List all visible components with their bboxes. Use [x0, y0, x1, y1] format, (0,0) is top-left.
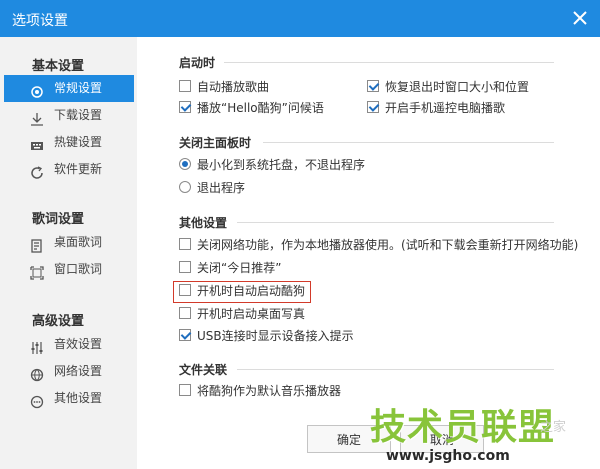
sidebar-item-label: 音效设置 — [54, 337, 103, 351]
divider — [263, 142, 554, 143]
sidebar-item-label: 网络设置 — [54, 364, 103, 378]
refresh-icon — [30, 163, 44, 179]
watermark-logo: 技术员联盟 — [370, 407, 556, 448]
divider — [237, 369, 554, 370]
window-icon — [30, 263, 44, 280]
checkbox[interactable] — [367, 101, 379, 113]
sidebar-item-other[interactable]: 其他设置 — [4, 385, 134, 412]
checkbox[interactable] — [179, 238, 191, 250]
checkbox[interactable] — [179, 261, 191, 273]
keyboard-icon — [30, 136, 44, 150]
group-title-close-panel: 关闭主面板时 — [179, 136, 252, 150]
more-icon — [30, 392, 44, 409]
lyrics-icon — [30, 236, 44, 253]
sidebar-item-general[interactable]: 常规设置 — [4, 75, 134, 102]
watermark-url: www.jsgho.com — [386, 448, 510, 464]
checkbox[interactable] — [179, 307, 191, 319]
sidebar-item-label: 软件更新 — [54, 162, 103, 176]
sidebar-item-desktop-lyrics[interactable]: 桌面歌词 — [4, 229, 134, 256]
sidebar-item-update[interactable]: 软件更新 — [4, 156, 134, 183]
sidebar-section-advanced: 高级设置 — [32, 314, 85, 329]
window-title: 选项设置 — [12, 13, 68, 29]
sidebar-item-window-lyrics[interactable]: 窗口歌词 — [4, 256, 134, 283]
sidebar-item-label: 常规设置 — [54, 81, 103, 95]
sidebar: 基本设置 常规设置 下载设置 热键设置 软件更新 歌词设置 桌面歌词 窗口歌词 … — [0, 37, 137, 469]
sidebar-section-basic: 基本设置 — [32, 59, 85, 74]
window-titlebar: 选项设置 — [0, 0, 600, 37]
radio[interactable] — [179, 158, 191, 170]
sidebar-item-label: 下载设置 — [54, 108, 103, 122]
group-title-other: 其他设置 — [179, 216, 228, 230]
group-title-file-assoc: 文件关联 — [179, 363, 228, 377]
sidebar-item-download[interactable]: 下载设置 — [4, 102, 134, 129]
sidebar-item-label: 桌面歌词 — [54, 235, 103, 249]
watermark-sub: 之家 — [540, 420, 567, 435]
checkbox[interactable] — [179, 101, 191, 113]
group-title-startup: 启动时 — [179, 56, 216, 70]
checkbox[interactable] — [179, 384, 191, 396]
checkbox[interactable] — [367, 80, 379, 92]
checkbox[interactable] — [179, 80, 191, 92]
download-icon — [30, 109, 44, 126]
sidebar-section-lyrics: 歌词设置 — [32, 212, 85, 227]
divider — [237, 222, 554, 223]
sidebar-item-hotkey[interactable]: 热键设置 — [4, 129, 134, 156]
highlight-box — [173, 281, 311, 303]
equalizer-icon — [30, 338, 44, 354]
sidebar-item-label: 热键设置 — [54, 135, 103, 149]
close-icon[interactable] — [570, 8, 590, 28]
radio[interactable] — [179, 181, 191, 193]
divider — [224, 62, 554, 63]
sidebar-item-network[interactable]: 网络设置 — [4, 358, 134, 385]
checkbox[interactable] — [179, 329, 191, 341]
sidebar-item-label: 其他设置 — [54, 391, 103, 405]
sidebar-item-sound-effects[interactable]: 音效设置 — [4, 331, 134, 358]
sidebar-item-label: 窗口歌词 — [54, 262, 103, 276]
globe-icon — [30, 365, 44, 382]
gear-icon — [30, 82, 44, 98]
